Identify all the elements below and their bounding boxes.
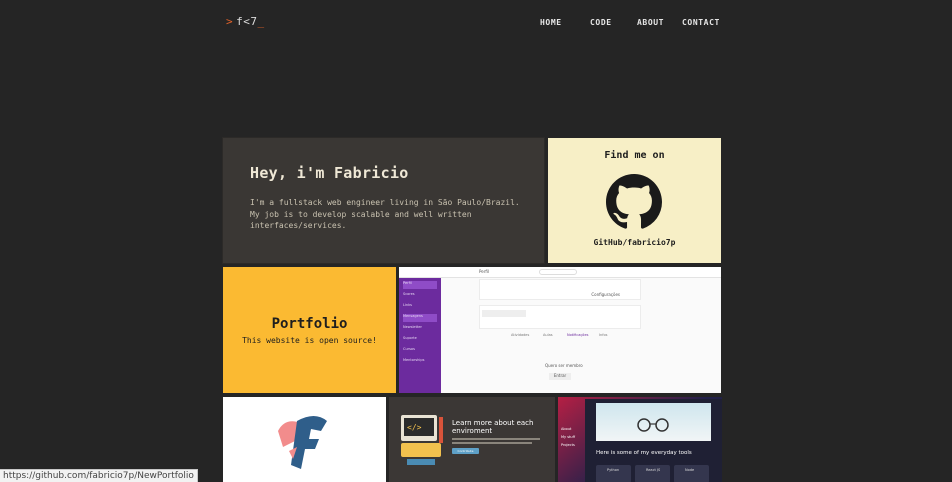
nav-code[interactable]: CODE [590, 18, 637, 27]
social-title: Find me on [604, 150, 665, 161]
screenshot-search [539, 269, 577, 275]
tools-caption: Here is some of my everyday tools [596, 450, 692, 456]
screenshot-tab: Infos [599, 333, 608, 337]
screenshot-menu-item: Scores [403, 292, 415, 296]
screenshot-button: Entrar [549, 373, 571, 380]
intro-text: I'm a fullstack web engineer living in S… [250, 198, 520, 230]
logo-cursor: _ [257, 15, 265, 28]
github-card[interactable]: Find me on GitHub/fabricio7p [548, 138, 721, 263]
glasses-image [596, 403, 711, 441]
screenshot-menu-item: Mentorships [403, 358, 425, 362]
tool-chip-label: Python [607, 468, 620, 472]
learn-description-lines [452, 438, 540, 444]
tool-chip-react: React JS [635, 465, 670, 482]
screenshot-menu-item: Links [403, 303, 412, 307]
learn-button[interactable]: Contribute [452, 448, 479, 454]
nav-home[interactable]: HOME [540, 18, 590, 27]
learn-card[interactable]: </> Learn more about each enviroment Con… [389, 397, 555, 482]
tools-menu-item: About [561, 427, 572, 431]
tools-card[interactable]: About My stuff Projects Here is some of … [558, 397, 722, 482]
svg-text:</>: </> [407, 423, 422, 432]
portfolio-title: Portfolio [271, 316, 348, 332]
screenshot-menu-item: Mensagens [403, 314, 437, 322]
github-icon [606, 174, 662, 229]
tools-side-menu: About My stuff Projects [561, 425, 575, 449]
portfolio-subtitle: This website is open source! [242, 336, 377, 345]
tool-chip-label: Node [685, 468, 695, 472]
developer-illustration: </> [401, 415, 443, 465]
project-logo-image [278, 416, 327, 469]
screenshot-topbar: Perfil [399, 267, 721, 278]
site-logo[interactable]: > f<7_ [226, 15, 265, 28]
screenshot-menu-item: Perfil [403, 281, 437, 289]
screenshot-menu-item: Suporte [403, 336, 417, 340]
screenshot-input [482, 310, 526, 317]
screenshot-menu-item: Newsletter [403, 325, 422, 329]
nav-contact[interactable]: CONTACT [682, 18, 720, 27]
logo-arrow: > [226, 15, 234, 28]
tool-chip-node: Node [674, 465, 709, 482]
link-status-bar: https://github.com/fabricio7p/NewPortfol… [0, 469, 198, 482]
portfolio-card[interactable]: Portfolio This website is open source! [223, 267, 396, 393]
learn-title: Learn more about each enviroment [452, 419, 534, 435]
tools-menu-item: Projects [561, 443, 575, 447]
screenshot-tab: Notificações [567, 333, 589, 337]
screenshot-tab: Aulas [543, 333, 553, 337]
screenshot-app-name: Perfil [479, 269, 490, 274]
glasses-icon [637, 418, 669, 432]
screenshot-menu-item: Cursos [403, 347, 415, 351]
project-logo-card[interactable] [223, 397, 386, 482]
logo-text: f<7 [236, 15, 258, 28]
tool-chip-label: React JS [646, 468, 661, 472]
nav-about[interactable]: ABOUT [637, 18, 682, 27]
tools-menu-item: My stuff [561, 435, 576, 439]
main-nav: HOME CODE ABOUT CONTACT [540, 18, 720, 27]
intro-title: Hey, i'm Fabricio [250, 164, 409, 182]
site-header: > f<7_ HOME CODE ABOUT CONTACT [0, 0, 952, 45]
screenshot-panel-mid [479, 305, 641, 329]
screenshot-settings-label: Configurações [591, 292, 620, 297]
github-handle[interactable]: GitHub/fabricio7p [548, 238, 721, 247]
screenshot-panel-top: Configurações [479, 279, 641, 300]
screenshot-sidebar: Perfil Scores Links Mensagens Newsletter… [399, 278, 441, 393]
tool-chip-python: Python [596, 465, 631, 482]
screenshot-tab: Atividades [511, 333, 530, 337]
screenshot-member-label: Quero ser membro [545, 363, 583, 368]
project-screenshot-card[interactable]: Perfil Perfil Scores Links Mensagens New… [399, 267, 721, 393]
intro-card: Hey, i'm Fabricio I'm a fullstack web en… [222, 137, 545, 264]
